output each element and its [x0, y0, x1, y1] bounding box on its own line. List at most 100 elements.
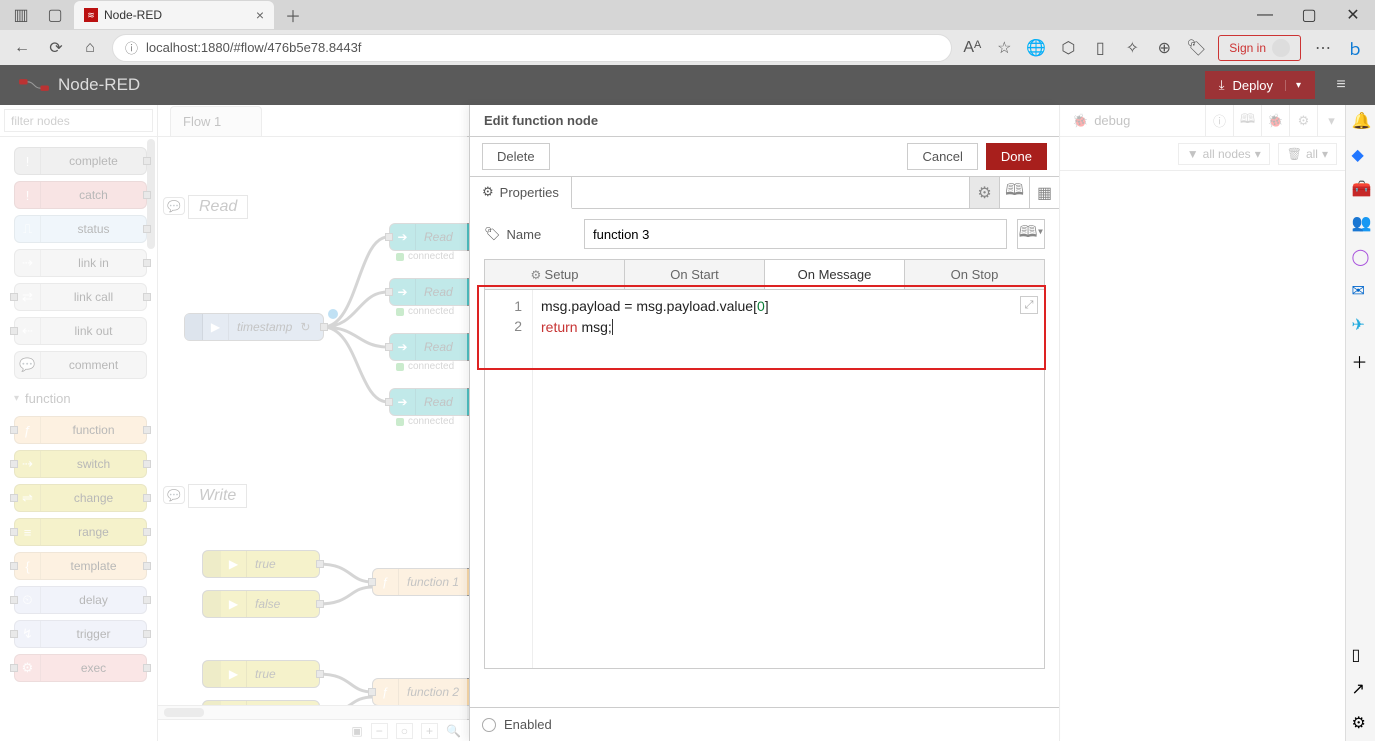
new-tab-icon[interactable]: ＋	[278, 1, 308, 29]
palette-node-range[interactable]: ≡range	[14, 518, 147, 546]
input-port[interactable]	[10, 664, 18, 672]
cancel-button[interactable]: Cancel	[907, 143, 977, 170]
extensions-icon[interactable]: ⬡	[1058, 38, 1078, 58]
blue-icon[interactable]: ◆	[1352, 145, 1370, 163]
palette-node-catch[interactable]: !catch	[14, 181, 147, 209]
opcua-read-node[interactable]: ➔Readconnected	[389, 278, 469, 306]
palette-node-template[interactable]: {template	[14, 552, 147, 580]
output-port[interactable]	[320, 323, 328, 331]
workspaces-icon[interactable]: ▥	[6, 1, 36, 29]
input-port[interactable]	[10, 460, 18, 468]
favorite-icon[interactable]: ☆	[994, 38, 1014, 58]
tab-onmessage[interactable]: On Message	[765, 260, 905, 289]
favorites-bar-icon[interactable]: ✧	[1122, 38, 1142, 58]
output-port[interactable]	[143, 426, 151, 434]
palette-node-comment[interactable]: 💬comment	[14, 351, 147, 379]
delete-button[interactable]: Delete	[482, 143, 550, 170]
tabs-icon[interactable]: ▢	[40, 1, 70, 29]
input-port[interactable]	[385, 288, 393, 296]
appearance-icon[interactable]: ▦	[1029, 177, 1059, 208]
function-node[interactable]: ƒfunction 2	[372, 678, 469, 705]
switch-node-true[interactable]: ▶true	[202, 660, 320, 688]
deploy-button[interactable]: ⤓ Deploy ▾	[1205, 71, 1315, 99]
output-port[interactable]	[143, 596, 151, 604]
collections-icon[interactable]: ⊕	[1154, 38, 1174, 58]
input-port[interactable]	[385, 398, 393, 406]
code-editor[interactable]: ⤢ 12 msg.payload = msg.payload.value[0] …	[484, 289, 1045, 669]
workspace-hscroll[interactable]	[158, 705, 469, 719]
output-port[interactable]	[316, 560, 324, 568]
settings-rail-icon[interactable]: ⚙	[1352, 713, 1370, 731]
function-node[interactable]: ƒfunction 1	[372, 568, 469, 596]
clear-all[interactable]: 🗑 all ▾	[1278, 143, 1337, 165]
palette-node-delay[interactable]: ⏲delay	[14, 586, 147, 614]
inject-button[interactable]	[185, 314, 203, 340]
output-port[interactable]	[143, 293, 151, 301]
debug-tab[interactable]: 🐞 debug	[1060, 105, 1142, 136]
palette-category-function[interactable]: ▾ function	[14, 385, 147, 412]
close-window-button[interactable]: ✕	[1331, 0, 1375, 30]
help-tab-icon[interactable]: 🕮	[1233, 105, 1261, 136]
done-button[interactable]: Done	[986, 143, 1047, 170]
palette-node-status[interactable]: ⎍status	[14, 215, 147, 243]
input-port[interactable]	[10, 562, 18, 570]
output-port[interactable]	[143, 259, 151, 267]
switch-node-false[interactable]: ▶false	[202, 590, 320, 618]
comment-bubble-read[interactable]: 💬	[163, 197, 185, 215]
input-port[interactable]	[10, 630, 18, 638]
toolbox-icon[interactable]: 🧰	[1352, 179, 1370, 197]
description-icon[interactable]: 🕮	[999, 177, 1029, 208]
tab-setup[interactable]: Setup	[485, 260, 625, 289]
search-icon[interactable]: 🔍	[446, 724, 461, 738]
refresh-button[interactable]: ⟳	[44, 36, 68, 60]
input-port[interactable]	[385, 343, 393, 351]
input-port[interactable]	[10, 426, 18, 434]
nav-toggle-icon[interactable]: ▣	[351, 724, 362, 738]
debug-tab-icon[interactable]: 🐞	[1261, 105, 1289, 136]
input-port[interactable]	[10, 528, 18, 536]
palette-node-switch[interactable]: ⇢switch	[14, 450, 147, 478]
sidebar-icon[interactable]: ▯	[1090, 38, 1110, 58]
people-icon[interactable]: 👥	[1352, 213, 1370, 231]
maximize-button[interactable]: ▢	[1287, 0, 1331, 30]
back-button[interactable]: ←	[10, 36, 34, 60]
library-button[interactable]: 🕮▾	[1017, 219, 1045, 249]
expand-editor-icon[interactable]: ⤢	[1020, 296, 1038, 314]
shopping-icon[interactable]: 🏷	[1186, 38, 1206, 58]
palette-node-exec[interactable]: ⚙exec	[14, 654, 147, 682]
browser-tab-active[interactable]: ≋ Node-RED ×	[74, 1, 274, 29]
input-port[interactable]	[368, 688, 376, 696]
input-port[interactable]	[368, 578, 376, 586]
palette-node-change[interactable]: ⇌change	[14, 484, 147, 512]
tab-onstart[interactable]: On Start	[625, 260, 765, 289]
inject-node[interactable]: ▶ timestamp ↻	[184, 313, 324, 341]
dropdown-tab-icon[interactable]: ▾	[1317, 105, 1345, 136]
read-aloud-icon[interactable]: Aᴬ	[962, 38, 982, 58]
deploy-dropdown-icon[interactable]: ▾	[1285, 80, 1301, 91]
palette-node-link-out[interactable]: ⇠link out	[14, 317, 147, 345]
input-port[interactable]	[10, 327, 18, 335]
address-bar[interactable]: ⓘ localhost:1880/#flow/476b5e78.8443f	[112, 34, 952, 62]
share-icon[interactable]: ↗	[1352, 679, 1370, 697]
download-manager-icon[interactable]: 🌐	[1026, 38, 1046, 58]
output-port[interactable]	[143, 460, 151, 468]
zoom-reset-icon[interactable]: ○	[396, 723, 413, 739]
output-port[interactable]	[143, 528, 151, 536]
input-port[interactable]	[10, 293, 18, 301]
main-menu-button[interactable]: ≡	[1325, 76, 1357, 94]
output-port[interactable]	[143, 225, 151, 233]
zoom-out-icon[interactable]: −	[371, 723, 388, 739]
palette-node-link-in[interactable]: ⇢link in	[14, 249, 147, 277]
palette-list[interactable]: !complete!catch⎍status⇢link in⇄link call…	[0, 137, 157, 741]
panel-icon[interactable]: ▯	[1352, 645, 1370, 663]
home-button[interactable]: ⌂	[78, 36, 102, 60]
comment-bubble-write[interactable]: 💬	[163, 486, 185, 504]
debug-messages[interactable]	[1060, 171, 1345, 741]
input-port[interactable]	[385, 233, 393, 241]
switch-node-true[interactable]: ▶true	[202, 550, 320, 578]
send-icon[interactable]: ✈	[1352, 315, 1370, 333]
signin-button[interactable]: Sign in	[1218, 35, 1301, 61]
filter-all-nodes[interactable]: ▼ all nodes ▾	[1178, 143, 1270, 165]
tab-onstop[interactable]: On Stop	[905, 260, 1044, 289]
enabled-toggle[interactable]	[482, 718, 496, 732]
